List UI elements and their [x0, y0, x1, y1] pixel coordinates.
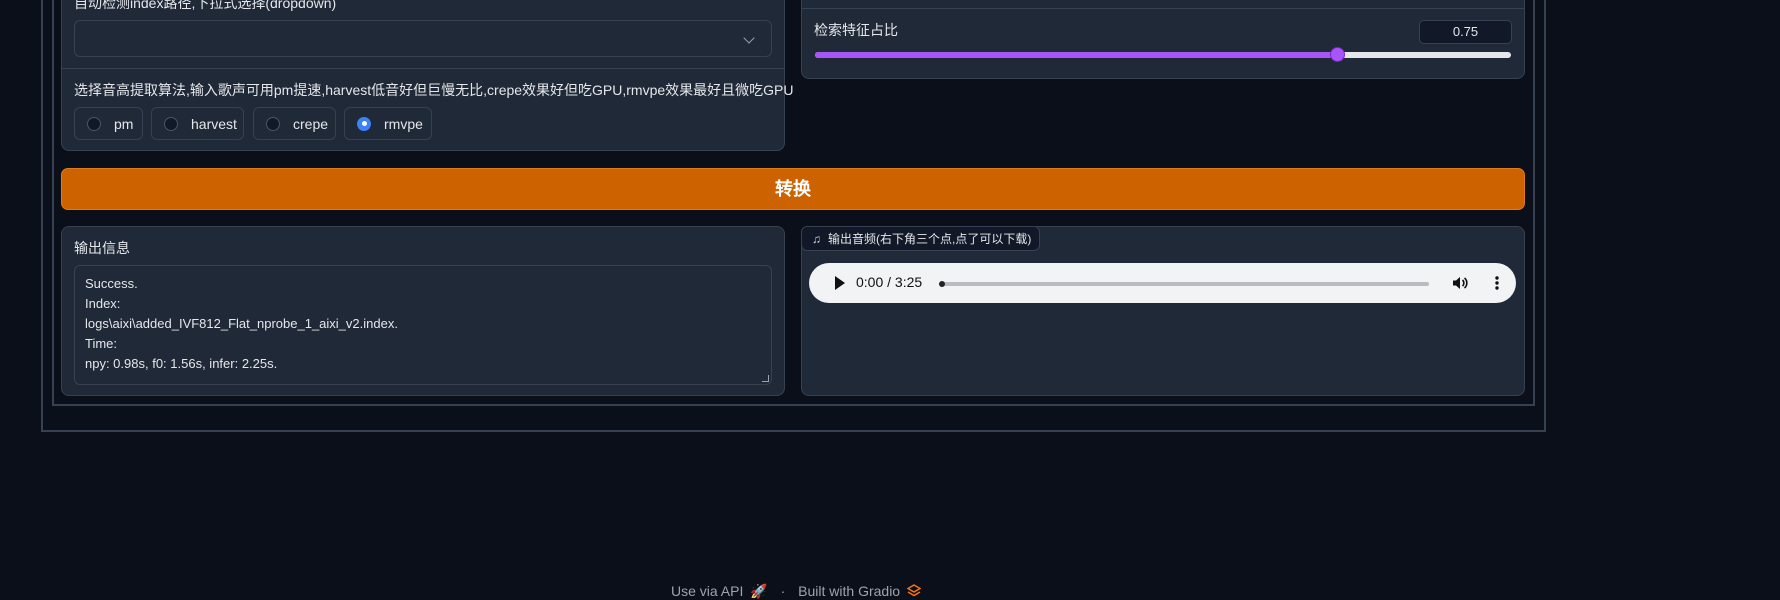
output-line: logs\aixi\added_IVF812_Flat_nprobe_1_aix…	[85, 316, 398, 331]
resize-handle-icon[interactable]	[762, 375, 769, 382]
output-audio-panel	[801, 226, 1525, 396]
output-info-label: 输出信息	[74, 240, 130, 256]
music-note-icon: ♫	[812, 231, 821, 246]
rocket-icon: 🚀	[750, 583, 768, 599]
radio-pm[interactable]: pm	[74, 107, 143, 140]
audio-player: 0:00 / 3:25	[809, 263, 1516, 303]
output-info-textarea[interactable]: Success. Index: logs\aixi\added_IVF812_F…	[74, 265, 772, 385]
right-settings-panel	[801, 0, 1525, 79]
audio-time: 0:00 / 3:25	[856, 274, 923, 290]
radio-circle-icon	[266, 116, 280, 131]
radio-checked-icon	[357, 116, 371, 131]
output-audio-label: 输出音频(右下角三个点,点了可以下载)	[828, 232, 1032, 246]
pitch-algo-label: 选择音高提取算法,输入歌声可用pm提速,harvest低音好但巨慢无比,crep…	[74, 82, 794, 98]
radio-circle-icon	[87, 116, 101, 131]
convert-button[interactable]: 转换	[61, 168, 1525, 210]
output-line: Success.	[85, 276, 138, 291]
radio-label: harvest	[191, 115, 237, 132]
index-rate-slider-thumb[interactable]	[1330, 47, 1345, 62]
audio-progress-knob[interactable]	[939, 281, 945, 287]
footer: Use via API 🚀 · Built with Gradio	[671, 583, 922, 600]
radio-harvest[interactable]: harvest	[151, 107, 244, 140]
radio-label: crepe	[293, 115, 329, 132]
radio-rmvpe[interactable]: rmvpe	[344, 107, 432, 140]
volume-icon[interactable]	[1452, 275, 1468, 291]
use-via-api-link[interactable]: Use via API	[671, 583, 743, 599]
more-options-icon[interactable]	[1489, 275, 1505, 291]
divider	[801, 8, 1525, 9]
radio-label: rmvpe	[384, 115, 423, 132]
footer-separator: ·	[780, 583, 786, 599]
radio-label: pm	[114, 115, 134, 132]
audio-progress-bar[interactable]	[940, 282, 1429, 286]
radio-circle-icon	[164, 116, 178, 131]
built-with-gradio-link[interactable]: Built with Gradio	[798, 583, 900, 599]
output-line: npy: 0.98s, f0: 1.56s, infer: 2.25s.	[85, 356, 278, 371]
output-audio-label-tag: ♫ 输出音频(右下角三个点,点了可以下载)	[801, 226, 1040, 251]
divider	[61, 68, 785, 69]
index-path-dropdown[interactable]	[74, 20, 772, 57]
index-rate-slider-fill	[815, 52, 1337, 58]
output-line: Time:	[85, 336, 118, 351]
chevron-down-icon	[743, 32, 755, 44]
radio-crepe[interactable]: crepe	[253, 107, 336, 140]
index-dropdown-label: 自动检测index路径,下拉式选择(dropdown)	[74, 0, 337, 11]
index-rate-label: 检索特征占比	[814, 22, 898, 38]
output-line: Index:	[85, 296, 121, 311]
play-icon[interactable]	[835, 276, 845, 290]
index-rate-number-input[interactable]: 0.75	[1419, 20, 1512, 44]
